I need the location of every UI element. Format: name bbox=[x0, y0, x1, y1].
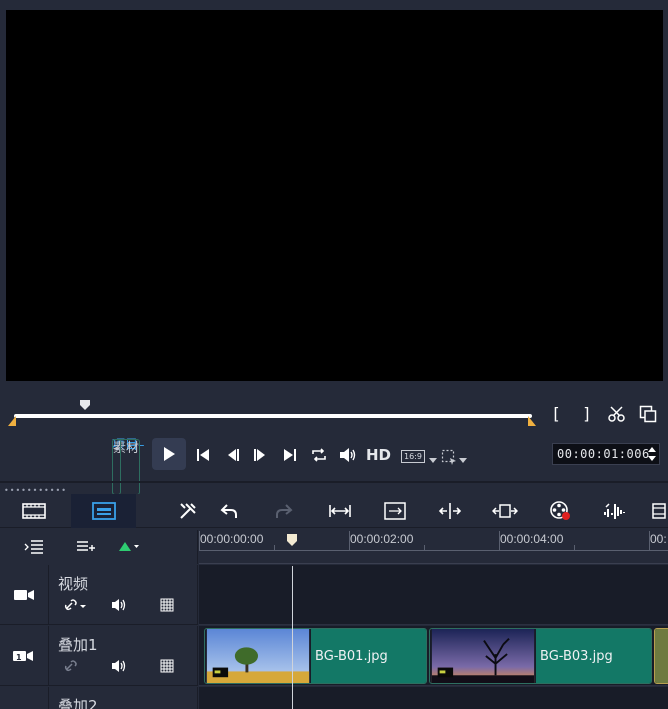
track-type[interactable] bbox=[0, 687, 49, 709]
clip-thumbnail bbox=[206, 629, 310, 683]
scrub-handle[interactable] bbox=[79, 399, 91, 411]
redo-button[interactable] bbox=[270, 494, 298, 528]
hd-toggle[interactable]: HD bbox=[366, 446, 391, 464]
motion-icon bbox=[550, 501, 570, 520]
scissors-icon[interactable] bbox=[608, 405, 626, 423]
ruler-label: 00:00:00:00 bbox=[200, 532, 264, 546]
undo-icon bbox=[220, 504, 237, 518]
playhead-handle[interactable] bbox=[286, 533, 298, 547]
timeline-icon bbox=[91, 502, 116, 520]
timeline-view-button[interactable] bbox=[71, 494, 136, 528]
track-header-video: 视频 bbox=[0, 565, 198, 625]
ruler-label: 00: bbox=[650, 532, 667, 546]
clip-bg-b01[interactable]: BG-B01.jpg bbox=[204, 628, 427, 684]
tools-button[interactable] bbox=[174, 494, 202, 528]
clip-bg-b03[interactable]: BG-B03.jpg bbox=[429, 628, 652, 684]
track-name: 叠加1 bbox=[58, 636, 98, 654]
timeline-toolbar bbox=[0, 494, 668, 528]
stretch-icon bbox=[492, 504, 518, 518]
ruler-label: 00:00:02:00 bbox=[350, 532, 414, 546]
next-frame-icon[interactable] bbox=[252, 447, 268, 463]
timecode-stepper[interactable] bbox=[646, 444, 658, 464]
svg-text:1: 1 bbox=[16, 653, 22, 662]
scrub-track[interactable] bbox=[14, 414, 532, 418]
chapter-marker-icon[interactable] bbox=[118, 540, 140, 554]
audio-mixer-button[interactable] bbox=[601, 494, 629, 528]
grid-icon[interactable] bbox=[160, 659, 174, 673]
stretch-button[interactable] bbox=[491, 494, 519, 528]
chevron-down-icon[interactable] bbox=[459, 458, 467, 464]
tools-icon bbox=[180, 503, 196, 519]
clip-thumbnail bbox=[431, 629, 535, 683]
fit-width-button[interactable] bbox=[326, 494, 354, 528]
playhead-line bbox=[292, 566, 293, 709]
link-icon[interactable] bbox=[64, 598, 88, 612]
clip-label: BG-B01.jpg bbox=[315, 649, 388, 664]
previous-frame-icon[interactable] bbox=[225, 447, 241, 463]
track-header-overlay1: 1 叠加1 bbox=[0, 626, 198, 686]
split-icon bbox=[438, 503, 462, 519]
chevron-down-icon[interactable] bbox=[429, 458, 437, 464]
repeat-icon[interactable] bbox=[310, 446, 328, 464]
track-lane-overlay2[interactable] bbox=[199, 687, 668, 709]
motion-tracking-button[interactable] bbox=[546, 494, 574, 528]
scrub-bar[interactable] bbox=[8, 396, 536, 430]
play-button[interactable] bbox=[152, 438, 186, 470]
preview-mode-switch[interactable]: 项目– 素材 – bbox=[112, 437, 145, 495]
app-root: [ ] 项目– 素材 – HD 16:9 00:00:01:006 •••••••… bbox=[0, 0, 668, 709]
go-to-start-icon[interactable] bbox=[195, 447, 211, 463]
ruler-label: 00:00:04:00 bbox=[500, 532, 564, 546]
volume-icon[interactable] bbox=[110, 658, 130, 674]
more-tools-button[interactable] bbox=[650, 494, 668, 528]
snapshot-icon[interactable] bbox=[639, 405, 657, 423]
track-manager-bar bbox=[0, 530, 198, 564]
fit-frame-button[interactable] bbox=[381, 494, 409, 528]
film-icon bbox=[652, 503, 666, 519]
redo-icon bbox=[276, 504, 293, 518]
audio-icon bbox=[604, 503, 625, 519]
track-name: 叠加2 bbox=[58, 697, 98, 709]
go-to-end-icon[interactable] bbox=[282, 447, 298, 463]
undo-button[interactable] bbox=[215, 494, 243, 528]
trim-start-handle[interactable] bbox=[8, 416, 16, 426]
aspect-ratio-button[interactable]: 16:9 bbox=[401, 450, 425, 463]
mark-in-button[interactable]: [ bbox=[546, 404, 566, 424]
link-icon[interactable] bbox=[64, 659, 80, 673]
grid-icon[interactable] bbox=[160, 598, 174, 612]
timeline-ruler[interactable]: 00:00:00:00 00:00:02:00 00:00:04:00 00: bbox=[199, 530, 668, 564]
film-icon bbox=[22, 503, 46, 519]
panel-divider[interactable] bbox=[0, 481, 668, 483]
volume-icon[interactable] bbox=[338, 446, 357, 464]
storyboard-view-button[interactable] bbox=[0, 494, 68, 528]
fit-width-icon bbox=[329, 505, 351, 517]
split-clip-button[interactable] bbox=[436, 494, 464, 528]
track-type[interactable]: 1 bbox=[0, 626, 49, 685]
play-icon bbox=[164, 447, 175, 461]
clip-partial[interactable] bbox=[654, 628, 668, 684]
track-manager-icon[interactable] bbox=[24, 539, 44, 555]
preview-window[interactable] bbox=[6, 10, 663, 381]
timecode-field[interactable]: 00:00:01:006 bbox=[552, 443, 660, 465]
volume-icon[interactable] bbox=[110, 597, 130, 613]
add-track-icon[interactable] bbox=[76, 539, 96, 555]
trim-end-handle[interactable] bbox=[528, 416, 536, 426]
clip-label: BG-B03.jpg bbox=[540, 649, 613, 664]
track-lane-overlay1[interactable]: BG-B01.jpg BG-B03.jpg bbox=[199, 626, 668, 686]
mark-out-button[interactable]: ] bbox=[577, 404, 597, 424]
track-type[interactable] bbox=[0, 565, 49, 624]
video-camera-icon bbox=[14, 589, 34, 600]
track-name: 视频 bbox=[58, 575, 89, 593]
track-header-overlay2: 叠加2 bbox=[0, 687, 198, 709]
track-lane-video[interactable] bbox=[199, 565, 668, 625]
overlay-track-icon: 1 bbox=[13, 650, 33, 662]
fit-frame-icon bbox=[384, 502, 406, 520]
crop-selection-icon[interactable] bbox=[441, 449, 457, 465]
